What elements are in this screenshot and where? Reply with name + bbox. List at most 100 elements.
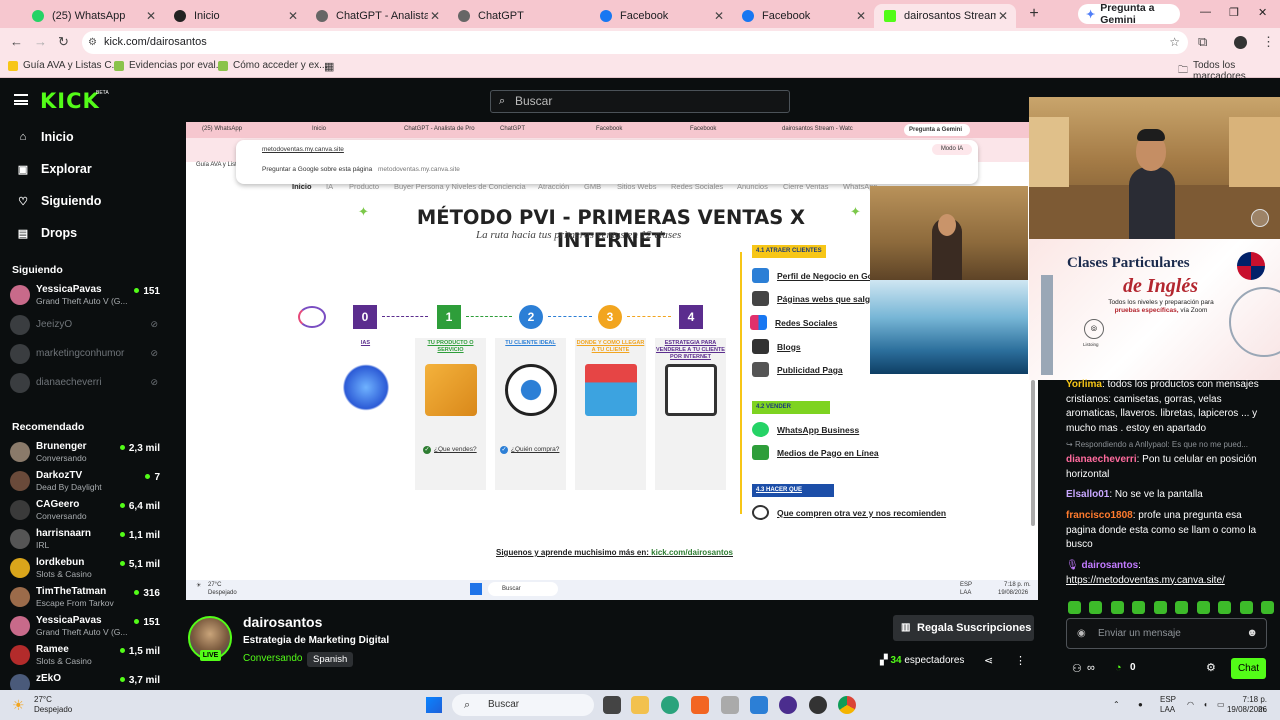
minimize-icon[interactable]: — [1200, 6, 1211, 18]
profile-avatar[interactable] [1234, 36, 1247, 49]
edge-icon[interactable] [661, 696, 679, 714]
social-icons [750, 315, 767, 330]
emoji-icon[interactable]: ☻ [1246, 619, 1258, 648]
bookmark-item[interactable]: Evidencias por eval... [114, 60, 224, 71]
snipping-tool-icon[interactable] [721, 696, 739, 714]
task-view-icon[interactable] [603, 696, 621, 714]
following-channel[interactable]: dianaecheverri ⊘ [10, 370, 160, 398]
tab-facebook-2[interactable]: Facebook ✕ [732, 4, 874, 28]
sidebar-item-drops[interactable]: ▤ Drops [16, 226, 77, 240]
gear-icon[interactable]: ⚙ [1206, 661, 1216, 674]
bookmark-item[interactable]: Cómo acceder y ex... [218, 60, 327, 71]
chatgpt-icon [316, 10, 328, 22]
windows-start-icon[interactable] [426, 697, 442, 713]
stream-category[interactable]: Conversando [243, 653, 302, 664]
gift-subs-button[interactable]: ▥ Regala Suscripciones [893, 615, 1034, 641]
emote-icon[interactable] [1196, 601, 1210, 614]
url-input[interactable]: ⚙ kick.com/dairosantos ☆ [82, 31, 1188, 54]
close-tab-icon[interactable]: ✕ [854, 9, 868, 23]
sidebar-item-siguiendo[interactable]: ♡ Siguiendo [16, 194, 101, 208]
emote-icon[interactable] [1153, 601, 1167, 614]
recommended-channel[interactable]: DarkozTV Dead By Daylight 7 [10, 468, 160, 496]
apps-grid-icon[interactable]: ▦ [324, 60, 334, 73]
site-icon [174, 10, 186, 22]
close-tab-icon[interactable]: ✕ [428, 9, 442, 23]
following-channel[interactable]: YessicaPavas Grand Theft Auto V (G... 151 [10, 282, 160, 310]
more-options-icon[interactable]: ⋮ [1015, 654, 1026, 667]
hamburger-menu-icon[interactable] [14, 94, 28, 105]
emote-icon[interactable] [1218, 601, 1232, 614]
tray-chevron-icon[interactable]: ⌃ [1113, 700, 1120, 710]
dashed-arrow [382, 316, 428, 317]
restore-icon[interactable]: ❐ [1229, 6, 1239, 19]
tab-chatgpt[interactable]: ChatGPT [448, 4, 590, 28]
battery-icon[interactable]: ▭ [1217, 700, 1225, 710]
close-tab-icon[interactable]: ✕ [712, 9, 726, 23]
emote-icon[interactable] [1175, 601, 1189, 614]
close-tab-icon[interactable]: ✕ [996, 9, 1010, 23]
obs-icon[interactable] [779, 696, 797, 714]
menu-icon[interactable]: ⋮ [1262, 34, 1275, 50]
tab-chatgpt-analista[interactable]: ChatGPT - Analista de Pro✕ [306, 4, 448, 28]
chrome-icon[interactable] [838, 696, 856, 714]
extensions-icon[interactable]: ⧉ [1198, 34, 1207, 50]
app-icon[interactable] [809, 696, 827, 714]
close-tab-icon[interactable]: ✕ [144, 9, 158, 23]
tab-facebook-1[interactable]: Facebook ✕ [590, 4, 732, 28]
forward-icon[interactable]: → [34, 34, 47, 49]
emote-icon[interactable] [1110, 601, 1124, 614]
send-chat-button[interactable]: Chat [1231, 658, 1266, 679]
back-icon[interactable]: ← [10, 34, 23, 49]
sidebar-item-inicio[interactable]: ⌂ Inicio [16, 130, 74, 144]
emote-icon[interactable] [1089, 601, 1103, 614]
close-tab-icon[interactable]: ✕ [286, 9, 300, 23]
emote-icon[interactable] [1132, 601, 1146, 614]
search-input[interactable]: ⌕ Buscar [490, 90, 790, 113]
following-channel[interactable]: marketingconhumor ⊘ [10, 341, 160, 369]
bookmark-star-icon[interactable]: ☆ [1169, 31, 1180, 54]
recommended-channel[interactable]: Ramee Slots & Casino 1,5 mil [10, 642, 160, 670]
reload-icon[interactable]: ↻ [58, 34, 69, 50]
app-icon[interactable] [750, 696, 768, 714]
bookmark-item[interactable]: Guía AVA y Listas C... [8, 60, 120, 71]
inner-browser-tabs: (25) WhatsApp Inicio ChatGPT - Analista … [186, 122, 1038, 138]
brave-icon[interactable] [691, 696, 709, 714]
taskbar-search[interactable]: ⌕ Buscar [452, 694, 594, 716]
chat-link[interactable]: https://metodoventas.my.canva.site/ [1066, 575, 1225, 586]
site-info-icon[interactable]: ⚙ [88, 31, 97, 54]
emote-icon[interactable] [1239, 601, 1253, 614]
chat-message: 🎙 dairosantos: https://metodoventas.my.ca… [1066, 560, 1225, 586]
sidebar-item-explorar[interactable]: ▣ Explorar [16, 162, 92, 176]
tab-whatsapp[interactable]: (25) WhatsApp ✕ [22, 4, 164, 28]
recommended-channel[interactable]: lordkebun Slots & Casino 5,1 mil [10, 555, 160, 583]
new-tab-button[interactable]: + [1024, 5, 1044, 23]
following-channel[interactable]: JeeizyO ⊘ [10, 312, 160, 340]
emote-icon[interactable] [1068, 601, 1081, 614]
chat-badge-icon[interactable]: ◉ [1077, 619, 1086, 648]
recommended-channel[interactable]: CAGeero Conversando 6,4 mil [10, 497, 160, 525]
language-tag[interactable]: Spanish [307, 652, 354, 667]
chat-input[interactable]: ◉ Enviar un mensaje ☻ [1066, 618, 1267, 649]
file-explorer-icon[interactable] [631, 696, 649, 714]
microphone-icon: ● [1138, 700, 1143, 709]
emote-icon[interactable] [1260, 601, 1274, 614]
streamer-name[interactable]: dairosantos [243, 614, 322, 630]
tab-kick-stream[interactable]: dairosantos Stream - Watc✕ [874, 4, 1016, 28]
step-number: 0 [353, 305, 377, 329]
ai-head-icon [340, 364, 392, 416]
gemini-button[interactable]: ✦ Pregunta a Gemini [1078, 2, 1180, 26]
tab-inicio[interactable]: Inicio ✕ [164, 4, 306, 28]
close-window-icon[interactable]: ✕ [1258, 6, 1267, 19]
scrollbar[interactable] [1031, 380, 1035, 526]
slide-subtitle: La ruta hacia tus primeras ventas en 12 … [476, 229, 682, 241]
recommended-channel[interactable]: YessicaPavas Grand Theft Auto V (G... 151 [10, 613, 160, 641]
video-player[interactable]: (25) WhatsApp Inicio ChatGPT - Analista … [186, 122, 1038, 600]
recommended-channel[interactable]: harrisnaarn IRL 1,1 mil [10, 526, 160, 554]
wifi-icon[interactable]: ◠ [1187, 700, 1194, 710]
chat-settings-people-icon[interactable]: ⚇ [1072, 662, 1082, 675]
kick-logo[interactable]: KICK [40, 89, 100, 113]
recommended-channel[interactable]: TimTheTatman Escape From Tarkov 316 [10, 584, 160, 612]
recommended-channel[interactable]: Brunenger Conversando 2,3 mil [10, 439, 160, 467]
share-icon[interactable]: ⋖ [984, 654, 993, 667]
volume-icon[interactable]: ◖ [1203, 700, 1208, 710]
